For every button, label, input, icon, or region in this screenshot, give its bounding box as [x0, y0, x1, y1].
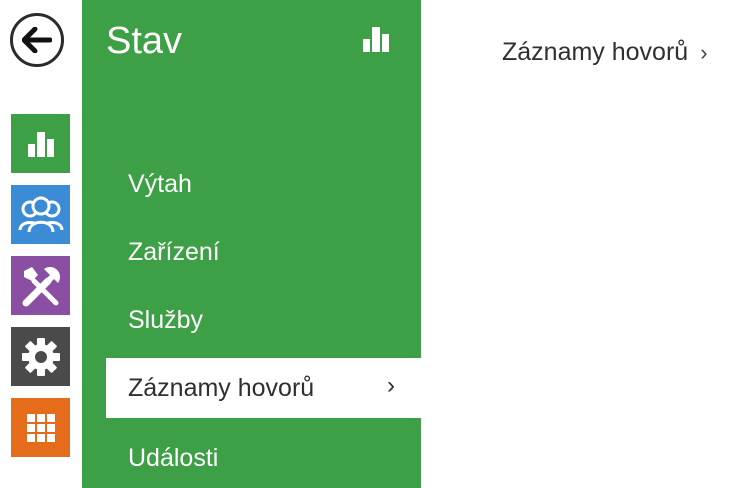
bar-chart-icon — [27, 131, 54, 157]
bar-chart-icon — [363, 27, 389, 52]
status-menu-panel: Stav Výtah Zařízení Služby Záznamy hovor… — [82, 0, 421, 488]
nav-services-button[interactable] — [11, 256, 70, 315]
breadcrumb-label[interactable]: Záznamy hovorů — [502, 38, 688, 67]
chevron-right-icon: › — [700, 39, 708, 65]
breadcrumb: Záznamy hovorů › — [502, 38, 708, 67]
menu-item-label: Služby — [128, 305, 204, 334]
nav-system-button[interactable] — [11, 327, 70, 386]
grid-icon — [26, 413, 55, 442]
tools-icon — [22, 266, 60, 306]
chevron-right-icon: › — [387, 372, 395, 399]
back-button[interactable] — [10, 13, 64, 67]
menu-item-label: Události — [128, 443, 219, 472]
menu-item-device[interactable]: Zařízení — [82, 222, 421, 282]
nav-users-button[interactable] — [11, 185, 70, 244]
menu-item-events[interactable]: Události — [82, 428, 421, 488]
menu-item-label: Zařízení — [128, 237, 220, 266]
menu-title: Stav — [106, 20, 183, 62]
nav-apps-button[interactable] — [11, 398, 70, 457]
menu-item-label: Záznamy hovorů — [128, 373, 315, 402]
menu-item-label: Výtah — [128, 169, 192, 198]
arrow-left-icon — [22, 27, 52, 53]
menu-item-elevator[interactable]: Výtah — [82, 154, 421, 214]
users-icon — [18, 196, 63, 232]
menu-item-call-log[interactable]: Záznamy hovorů › — [106, 358, 421, 418]
nav-status-button[interactable] — [11, 114, 70, 173]
menu-item-services[interactable]: Služby — [82, 290, 421, 350]
gear-icon — [21, 337, 60, 376]
